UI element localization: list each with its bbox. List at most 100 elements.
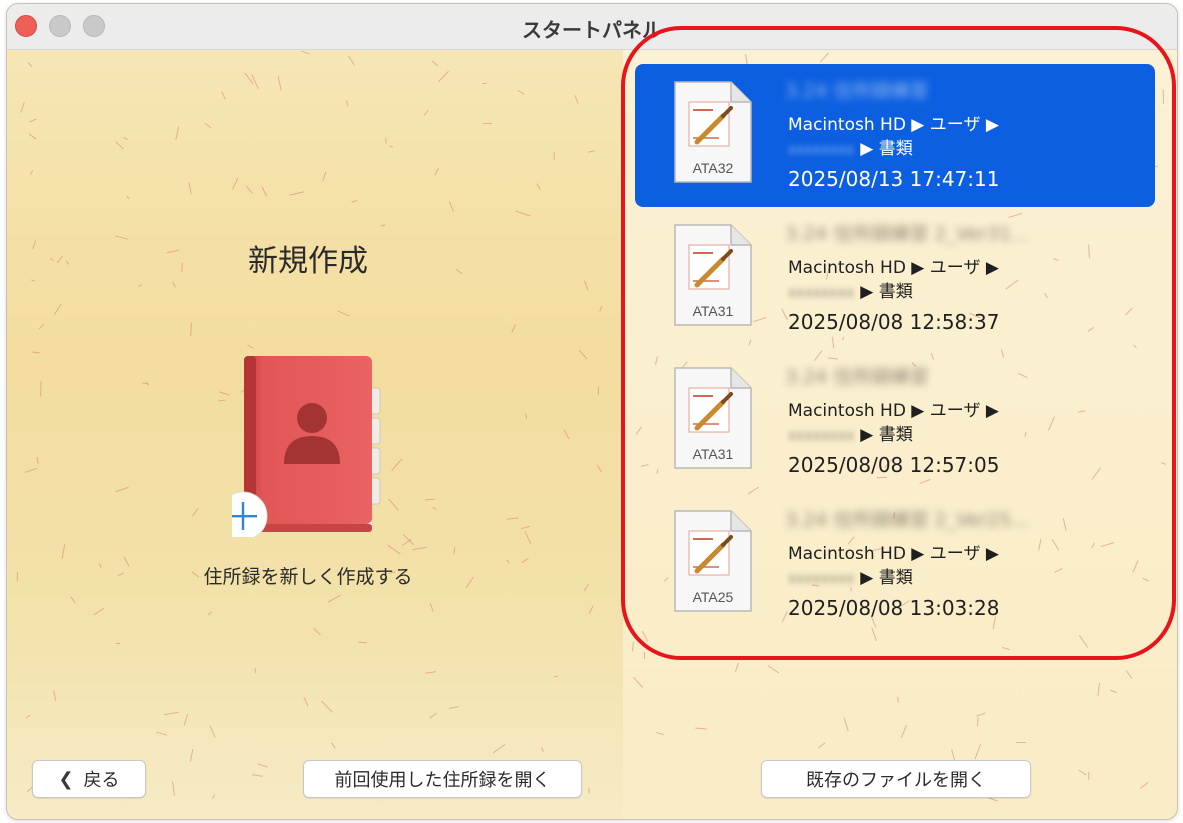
paper-fiber (448, 201, 454, 212)
paper-fiber (172, 281, 177, 288)
back-button[interactable]: ❮ 戻る (32, 760, 146, 798)
recent-file-item[interactable]: ATA31 3.24 住所録練習 Macintosh HD ▶ ユーザ ▶ xx… (635, 350, 1155, 493)
paper-fiber (122, 137, 128, 141)
paper-fiber (510, 324, 516, 333)
paper-fiber (553, 676, 559, 678)
paper-fiber (391, 458, 403, 471)
file-path-folder: ▶ 書類 (860, 425, 913, 445)
document-icon: ATA25 (673, 509, 753, 613)
paper-fiber (554, 152, 556, 161)
paper-fiber (24, 468, 38, 474)
paper-fiber (524, 531, 531, 545)
paper-fiber (28, 133, 37, 140)
paper-fiber (599, 305, 603, 311)
file-name: 3.24 住所録練習 (785, 366, 929, 388)
paper-fiber (126, 195, 130, 200)
paper-fiber (425, 498, 436, 501)
paper-fiber (114, 643, 121, 645)
paper-fiber (449, 706, 460, 710)
file-path-user: xxxxxxxx (788, 428, 855, 444)
paper-fiber (843, 717, 849, 732)
paper-fiber (424, 671, 437, 675)
paper-fiber (345, 99, 349, 107)
paper-fiber (578, 350, 588, 360)
paper-fiber (431, 60, 439, 67)
paper-fiber (327, 594, 341, 603)
paper-fiber (656, 732, 665, 736)
paper-fiber (1097, 682, 1101, 697)
file-path-user: xxxxxxxx (788, 285, 855, 301)
paper-fiber (115, 486, 129, 493)
paper-fiber (524, 413, 528, 420)
file-path-user: xxxxxxxx (788, 571, 855, 587)
paper-fiber (188, 182, 192, 195)
recent-file-item[interactable]: ATA32 3.24 住所録練習 Macintosh HD ▶ ユーザ ▶ xx… (635, 64, 1155, 207)
paper-fiber (204, 122, 212, 129)
paper-fiber (820, 52, 830, 63)
paper-fiber (651, 650, 657, 654)
paper-fiber (20, 102, 25, 113)
paper-fiber (1016, 741, 1026, 743)
address-book-icon[interactable] (218, 352, 382, 541)
paper-fiber (412, 547, 428, 551)
paper-fiber (453, 547, 456, 554)
file-version-badge: ATA25 (693, 589, 734, 605)
paper-fiber (389, 145, 394, 149)
paper-fiber (330, 742, 336, 749)
paper-fiber (1079, 634, 1089, 648)
paper-fiber (438, 70, 450, 82)
file-modified-date: 2025/08/13 17:47:11 (788, 167, 1000, 191)
file-version-badge: ATA31 (693, 303, 734, 319)
open-previous-button[interactable]: 前回使用した住所録を開く (303, 760, 582, 798)
paper-fiber (536, 183, 542, 190)
paper-fiber (219, 391, 231, 396)
paper-fiber (231, 177, 239, 190)
paper-fiber (257, 763, 269, 768)
paper-fiber (53, 303, 63, 315)
paper-fiber (191, 508, 199, 518)
recent-file-item[interactable]: ATA25 3.24 住所録練習 2_Ver25... Macintosh HD… (635, 493, 1155, 636)
file-path-line1: Macintosh HD ▶ ユーザ ▶ (788, 115, 999, 135)
recent-file-item[interactable]: ATA31 3.24 住所録練習 2_Ver31... Macintosh HD… (635, 207, 1155, 350)
paper-fiber (261, 186, 268, 197)
new-document-caption: 住所録を新しく作成する (203, 566, 413, 588)
file-modified-date: 2025/08/08 12:57:05 (788, 453, 1000, 477)
paper-fiber (142, 382, 150, 385)
paper-fiber (70, 596, 76, 604)
paper-fiber (587, 150, 595, 153)
paper-fiber (423, 109, 429, 116)
paper-fiber (207, 611, 213, 616)
paper-fiber (247, 344, 254, 349)
paper-fiber (27, 62, 32, 67)
paper-fiber (211, 794, 216, 800)
paper-fiber (301, 50, 311, 55)
paper-fiber (1162, 89, 1164, 105)
paper-fiber (574, 95, 579, 105)
paper-fiber (53, 690, 57, 702)
file-path-line2: xxxxxxxx ▶ 書類 (788, 277, 913, 302)
file-path-line1: Macintosh HD ▶ ユーザ ▶ (788, 544, 999, 564)
file-path-folder: ▶ 書類 (860, 139, 913, 159)
paper-fiber (387, 545, 401, 555)
paper-fiber (313, 627, 322, 636)
paper-fiber (137, 284, 143, 288)
document-icon: ATA31 (673, 223, 753, 327)
paper-fiber (1078, 769, 1087, 775)
paper-fiber (163, 711, 179, 716)
paper-fiber (38, 323, 45, 329)
paper-fiber (174, 126, 179, 141)
paper-fiber (517, 89, 526, 95)
paper-fiber (900, 725, 907, 739)
paper-fiber (115, 141, 125, 151)
paper-fiber (694, 727, 707, 730)
paper-fiber (514, 210, 531, 217)
paper-fiber (632, 641, 635, 652)
file-path-line2: xxxxxxxx ▶ 書類 (788, 134, 913, 159)
paper-fiber (218, 399, 226, 401)
file-modified-date: 2025/08/08 12:58:37 (788, 310, 1000, 334)
open-existing-file-button[interactable]: 既存のファイルを開く (761, 760, 1031, 798)
paper-fiber (39, 380, 42, 397)
paper-fiber (221, 91, 226, 100)
paper-fiber (1110, 690, 1118, 694)
paper-fiber (817, 742, 826, 749)
